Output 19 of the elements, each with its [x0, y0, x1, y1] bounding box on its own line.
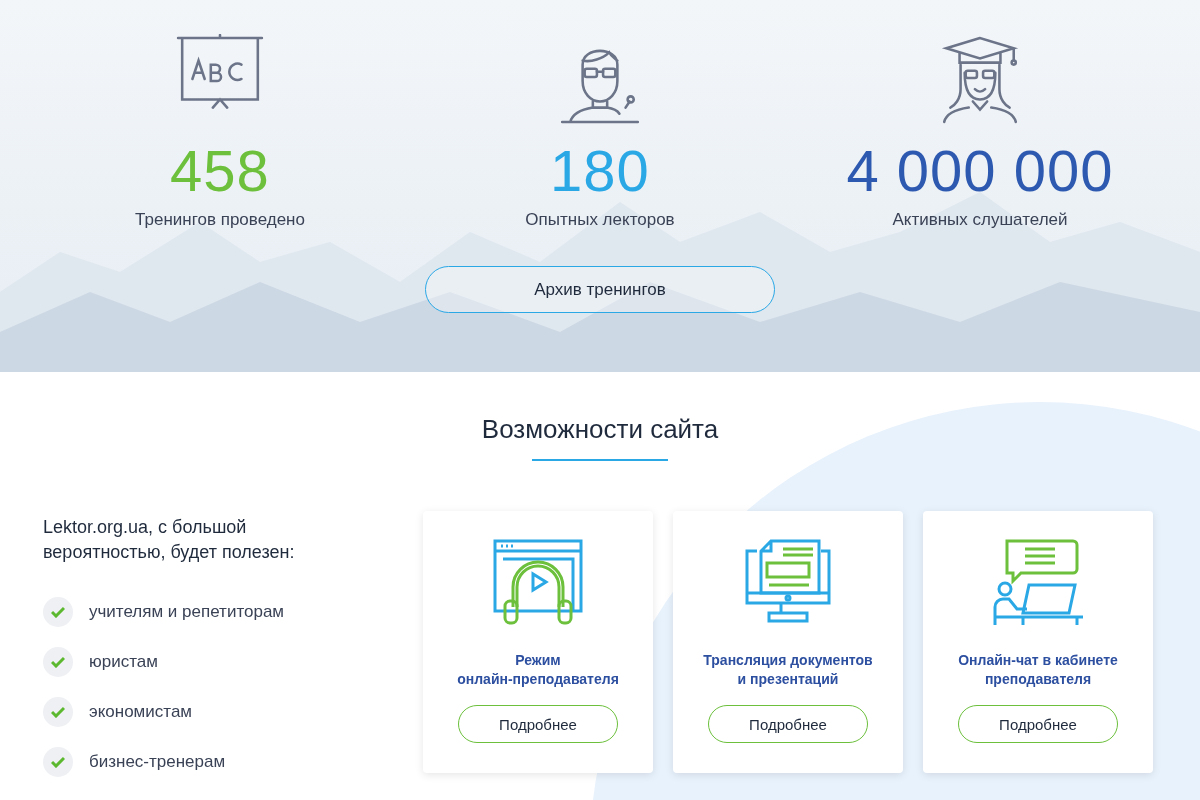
feature-title: Трансляция документов и презентаций [703, 651, 873, 689]
stat-number: 4 000 000 [846, 137, 1114, 205]
stat-number: 180 [550, 137, 650, 205]
audience-item: учителям и репетиторам [89, 602, 285, 622]
audience-item: юристам [89, 652, 158, 672]
archive-button[interactable]: Архив тренингов [425, 266, 775, 313]
stat-number: 458 [170, 137, 270, 205]
section-title: Возможности сайта [480, 414, 720, 445]
stat-label: Активных слушателей [892, 210, 1068, 230]
audience-item: экономистам [89, 702, 193, 722]
audience-item: бизнес-тренерам [89, 752, 226, 772]
more-button[interactable]: Подробнее [958, 705, 1118, 743]
intro-text: Lektor.org.ua, с большой вероятностью, будет полезен: [43, 516, 296, 564]
stat-label: Опытных лекторов [525, 210, 675, 230]
feature-title: Онлайн-чат в кабинете преподавателя [958, 651, 1118, 689]
stat-label: Тренингов проведено [135, 210, 305, 230]
more-button[interactable]: Подробнее [458, 705, 618, 743]
feature-title: Режим онлайн-преподавателя [457, 651, 619, 689]
more-button[interactable]: Подробнее [708, 705, 868, 743]
